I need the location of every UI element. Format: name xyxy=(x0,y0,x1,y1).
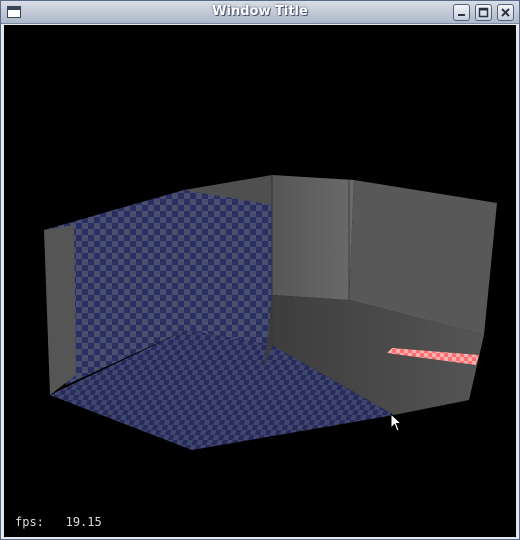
minimize-icon xyxy=(458,14,465,16)
fps-counter: fps: 19.15 xyxy=(15,515,102,529)
fps-value: 19.15 xyxy=(65,515,102,529)
title-bar[interactable]: Window Title xyxy=(1,1,519,24)
close-icon xyxy=(501,8,510,17)
app-window: Window Title fps: 19.15 xyxy=(0,0,520,540)
3d-viewport[interactable]: fps: 19.15 xyxy=(4,25,516,537)
mouse-pointer-icon xyxy=(390,413,403,432)
window-title: Window Title xyxy=(212,4,308,19)
fps-label: fps: xyxy=(15,515,44,529)
maximize-button[interactable] xyxy=(475,4,492,21)
close-button[interactable] xyxy=(497,4,514,21)
left-wall-gray xyxy=(44,225,76,395)
maximize-icon xyxy=(478,7,489,18)
scene-render xyxy=(44,175,497,450)
minimize-button[interactable] xyxy=(453,4,470,21)
center-wall-checker xyxy=(184,190,272,345)
back-wall-right xyxy=(272,175,354,300)
